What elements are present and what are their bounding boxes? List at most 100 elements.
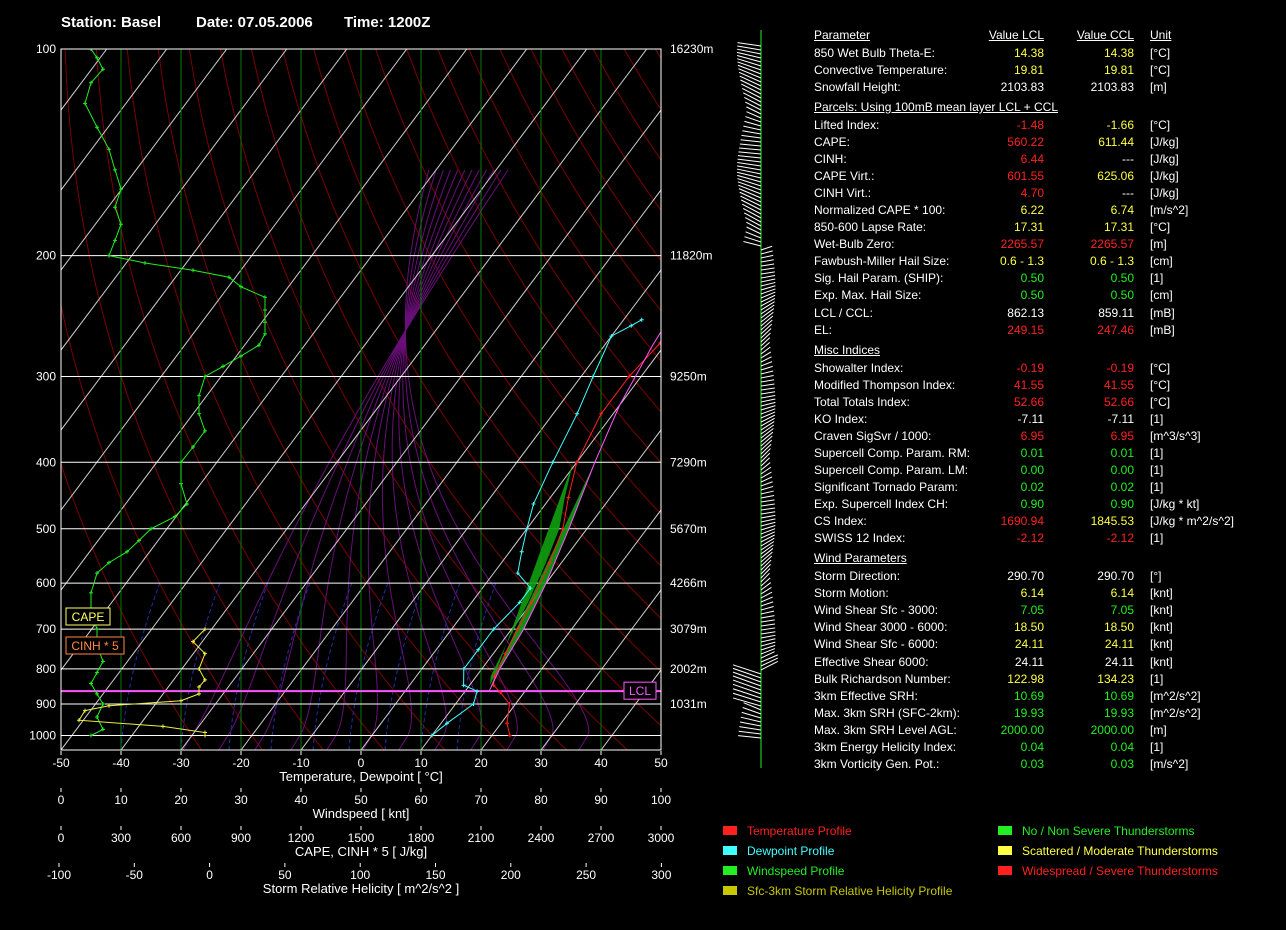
legend-item: Dewpoint Profile (723, 844, 834, 858)
wind-barb (739, 143, 762, 147)
param-name: 3km Vorticity Gen. Pot.: (814, 757, 940, 771)
temperature-point (566, 495, 571, 500)
param-value-lcl: 122.98 (1007, 672, 1044, 686)
temperature-upper-point (705, 295, 709, 299)
param-row: 3km Energy Helicity Index: 0.04 0.04 [1] (812, 740, 1282, 755)
wind-barb (760, 394, 776, 399)
windspeed-point (101, 659, 105, 664)
wind-barb (737, 155, 762, 159)
param-row: EL: 249.15 247.46 [mB] (812, 323, 1282, 338)
param-row: Wind Shear 3000 - 6000: 18.50 18.50 [knt] (812, 620, 1282, 635)
param-value-lcl: 24.11 (1014, 655, 1044, 669)
param-value-lcl: 7.05 (1020, 603, 1044, 617)
temperature-upper-point (790, 254, 794, 258)
dewpoint-upper-point (679, 306, 683, 310)
wind-barb (760, 619, 775, 623)
pressure-label: 300 (36, 370, 56, 384)
param-row: Storm Direction: 290.70 290.70 [°] (812, 569, 1282, 584)
param-name: CINH: (814, 152, 847, 166)
legend-label: No / Non Severe Thunderstorms (1022, 824, 1195, 838)
windspeed-point (107, 253, 111, 258)
temperature-upper-point (670, 318, 674, 322)
wind-barb (760, 476, 773, 483)
windspeed-point (107, 147, 111, 152)
wind-barb (760, 401, 776, 407)
axis-tick-label: -100 (47, 868, 71, 882)
param-row: Supercell Comp. Param. LM: 0.00 0.00 [1] (812, 463, 1282, 478)
windspeed-point (95, 125, 99, 130)
lcl-label: LCL (629, 684, 651, 698)
wind-barb (732, 683, 762, 695)
windspeed-point (95, 670, 99, 675)
dewpoint-point (639, 317, 644, 322)
param-name: Convective Temperature: (814, 63, 948, 77)
wind-barb (760, 271, 775, 275)
param-row: Sig. Hail Param. (SHIP): 0.50 0.50 [1] (812, 271, 1282, 286)
param-row: 850-600 Lapse Rate: 17.31 17.31 [°C] (812, 220, 1282, 235)
wind-barb (737, 178, 762, 187)
windspeed-point (179, 481, 183, 486)
param-unit: [°C] (1150, 361, 1171, 375)
dry-adiabat (282, 49, 661, 673)
param-value-lcl: 0.03 (1020, 757, 1044, 771)
windspeed-point (89, 733, 93, 738)
param-name: EL: (814, 323, 833, 337)
param-value-ccl: 0.6 - 1.3 (1089, 254, 1134, 268)
param-row: Showalter Index: -0.19 -0.19 [°C] (812, 361, 1282, 376)
wind-barb (739, 147, 762, 151)
legend-swatch (723, 826, 737, 835)
axis-tick-label: 300 (111, 831, 131, 845)
axis-tick-label: 2400 (528, 831, 555, 845)
param-unit: [1] (1150, 412, 1164, 426)
wind-barb (740, 139, 762, 143)
wind-barb (737, 42, 762, 47)
param-value-lcl: 601.55 (1007, 169, 1044, 183)
wind-barb (745, 101, 762, 111)
param-row: Wind Shear Sfc - 6000: 24.11 24.11 [knt] (812, 637, 1282, 652)
param-value-ccl: 0.50 (1110, 271, 1134, 285)
srh-point (161, 724, 165, 729)
windspeed-point (143, 261, 147, 265)
param-row: Convective Temperature: 19.81 19.81 [°C] (812, 63, 1282, 78)
param-row: Modified Thompson Index: 41.55 41.55 [°C] (812, 378, 1282, 393)
param-value-ccl: 18.50 (1103, 620, 1134, 634)
windspeed-point (113, 238, 117, 243)
wind-barb (760, 641, 776, 647)
wind-barb (760, 481, 773, 487)
param-value-ccl: 2000.00 (1090, 723, 1134, 737)
section-header: Misc Indices (812, 343, 1282, 358)
param-row: Exp. Supercell Index CH: 0.90 0.90 [J/kg * … (812, 497, 1282, 512)
param-value-ccl: 290.70 (1097, 569, 1134, 583)
wind-barb (760, 387, 775, 391)
windspeed-point (197, 393, 201, 398)
param-value-ccl: 14.38 (1103, 46, 1134, 60)
temperature-point (505, 721, 509, 726)
param-value-lcl: 6.95 (1020, 429, 1044, 443)
axis-tick-label: 60 (414, 793, 428, 807)
param-row: CAPE: 560.22 611.44 [J/kg] (812, 135, 1282, 150)
legend-item: Windspeed Profile (723, 864, 844, 878)
param-value-lcl: 19.81 (1013, 63, 1044, 77)
wind-barb (760, 511, 776, 515)
axis-tick-label: 300 (651, 868, 671, 882)
param-value-ccl: 10.69 (1103, 689, 1134, 703)
wind-barb (739, 721, 762, 727)
wind-barb (737, 58, 762, 67)
param-value-ccl: 2265.57 (1090, 237, 1134, 251)
param-name: Significant Tornado Param: (814, 480, 958, 494)
param-value-lcl: 24.11 (1014, 637, 1044, 651)
legend-swatch (998, 866, 1012, 875)
dry-adiabat (344, 49, 661, 567)
param-name: Exp. Max. Hail Size: (814, 288, 922, 302)
legend-label: Dewpoint Profile (747, 844, 835, 858)
param-unit: [1] (1150, 480, 1164, 494)
axis-tick-label: -10 (292, 756, 310, 770)
wind-barb (760, 391, 776, 395)
param-name: Lifted Index: (814, 118, 880, 132)
pressure-label: 500 (36, 522, 56, 536)
param-row: KO Index: -7.11 -7.11 [1] (812, 412, 1282, 427)
axis-tick-label: 3000 (648, 831, 675, 845)
wind-barb (738, 730, 762, 735)
param-value-ccl: 41.55 (1103, 378, 1134, 392)
param-name: Supercell Comp. Param. RM: (814, 446, 971, 460)
